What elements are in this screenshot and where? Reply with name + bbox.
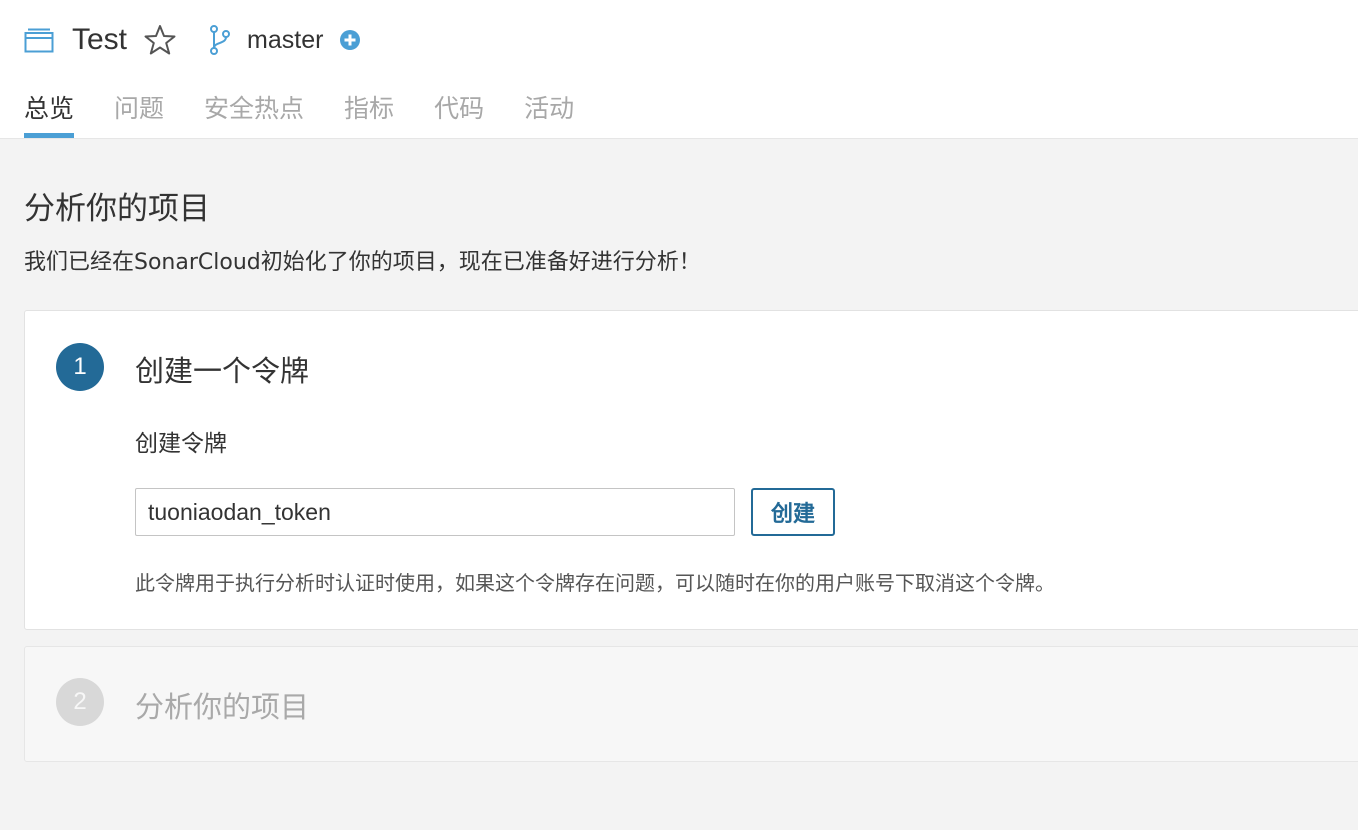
token-help-text: 此令牌用于执行分析时认证时使用，如果这个令牌存在问题，可以随时在你的用户账号下取… [135,571,1055,595]
token-name-input[interactable] [135,488,735,536]
step-create-token-card: 1 创建一个令牌 创建令牌 创建 此令牌用于执行分析时认证时使用，如果这个令牌存… [24,310,1358,630]
tab-issues[interactable]: 问题 [114,88,164,138]
tab-security-hotspots[interactable]: 安全热点 [204,88,304,138]
star-outline-icon[interactable] [143,23,177,57]
page-subtitle: 我们已经在SonarCloud初始化了你的项目，现在已准备好进行分析！ [24,250,701,275]
plus-circle-icon[interactable] [339,29,361,51]
step-number-badge: 1 [56,343,104,391]
project-tabs: 总览 问题 安全热点 指标 代码 活动 [24,88,614,138]
step-title: 分析你的项目 [135,690,310,724]
branch-name[interactable]: master [247,26,323,55]
branch-icon [210,25,231,55]
token-field-label: 创建令牌 [135,431,227,457]
top-navigation: Test master 总览 问题 安全热点 指标 代码 活动 [0,0,1358,139]
page-title: 分析你的项目 [24,191,210,227]
tab-measures[interactable]: 指标 [344,88,394,138]
tab-activity[interactable]: 活动 [524,88,574,138]
create-token-button[interactable]: 创建 [751,488,835,536]
project-name[interactable]: Test [72,23,127,57]
step-analyze-project-card: 2 分析你的项目 [24,646,1358,762]
project-window-icon [24,28,54,53]
step-number-badge: 2 [56,678,104,726]
project-header: Test master [24,18,361,62]
step-title: 创建一个令牌 [135,354,310,388]
tab-code[interactable]: 代码 [434,88,484,138]
tab-overview[interactable]: 总览 [24,88,75,138]
